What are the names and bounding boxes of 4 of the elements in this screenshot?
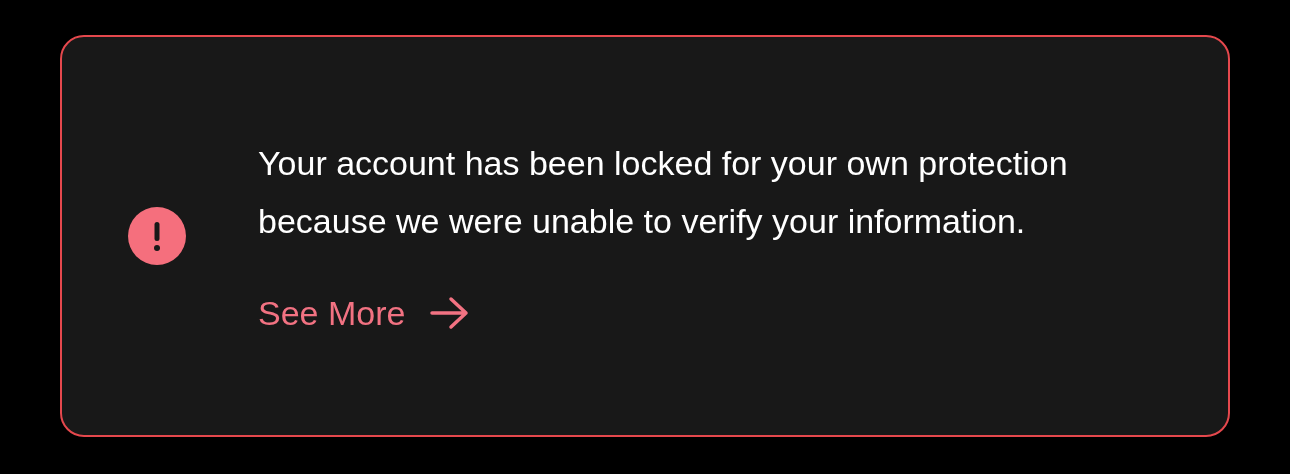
see-more-link[interactable]: See More bbox=[258, 287, 470, 339]
alert-message: Your account has been locked for your own protection because we were unable to verify your information. bbox=[258, 142, 1069, 242]
exclamation-icon bbox=[128, 207, 186, 265]
arrow-right-icon bbox=[429, 296, 470, 330]
